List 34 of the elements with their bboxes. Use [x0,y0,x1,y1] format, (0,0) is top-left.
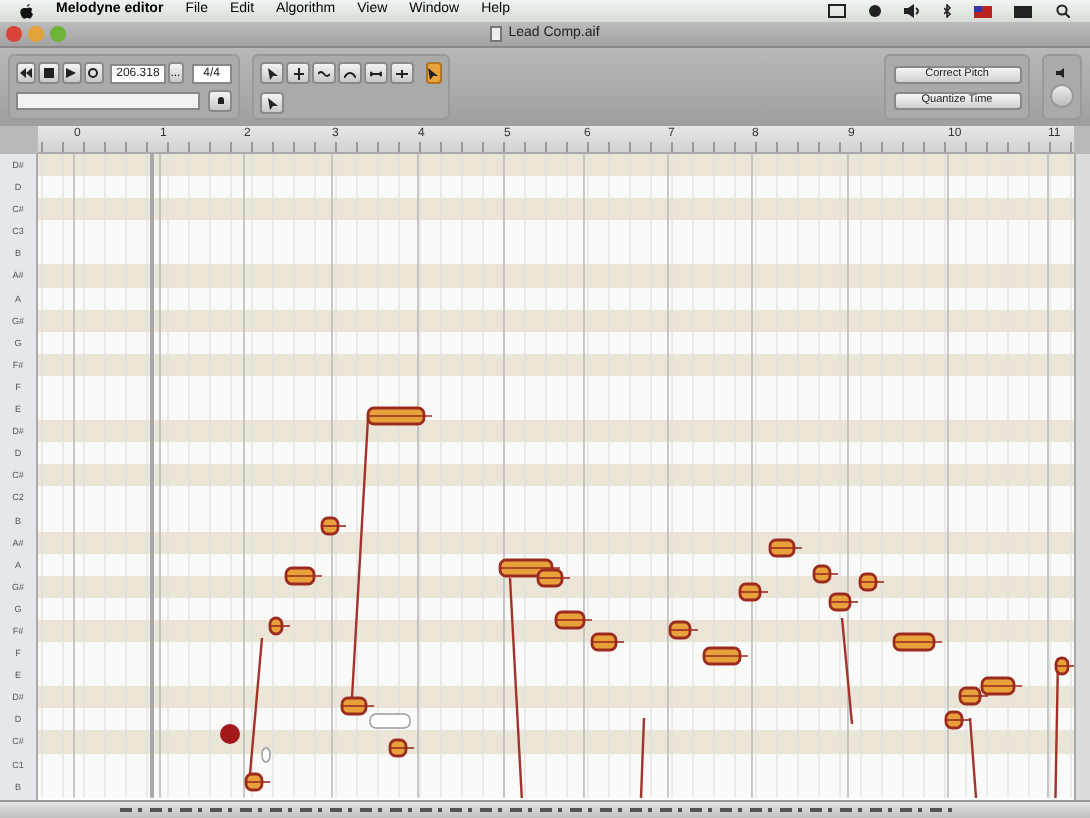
macro-tool-button[interactable] [426,62,442,84]
bell-button[interactable] [208,90,232,112]
rewind-icon [20,68,33,78]
loop-icon [88,68,99,78]
loop-button[interactable] [83,62,105,84]
speaker-icon [1056,67,1068,77]
wave-icon [318,69,330,77]
pitch-line-icon [293,67,303,79]
volume-icon[interactable] [904,4,922,18]
text-field[interactable] [16,92,201,110]
rewind-button[interactable] [16,62,37,84]
bell-icon [215,96,226,106]
pointer-tool-button[interactable] [260,62,284,84]
display-icon[interactable] [828,4,846,18]
spotlight-search-icon[interactable] [1056,4,1070,18]
stop-icon [43,68,54,78]
split-tool-button[interactable] [390,62,414,84]
flag-icon[interactable] [974,5,992,17]
vertical-scrollbar[interactable] [1074,154,1090,800]
formant-tool-button[interactable] [312,62,336,84]
pointer-icon [428,67,440,79]
pointer-icon [267,67,277,79]
apple-logo-icon[interactable] [20,3,34,19]
play-button[interactable] [61,62,82,84]
pointer-icon [267,97,277,109]
select-tool-button[interactable] [260,92,284,114]
arch-icon [344,69,356,77]
pitch-tool-button[interactable] [286,62,310,84]
bluetooth-icon[interactable] [944,4,952,18]
amplitude-tool-button[interactable] [338,62,362,84]
stop-button[interactable] [38,62,60,84]
document-icon [490,26,503,42]
play-icon [66,68,77,78]
time-tool-button[interactable] [364,62,388,84]
